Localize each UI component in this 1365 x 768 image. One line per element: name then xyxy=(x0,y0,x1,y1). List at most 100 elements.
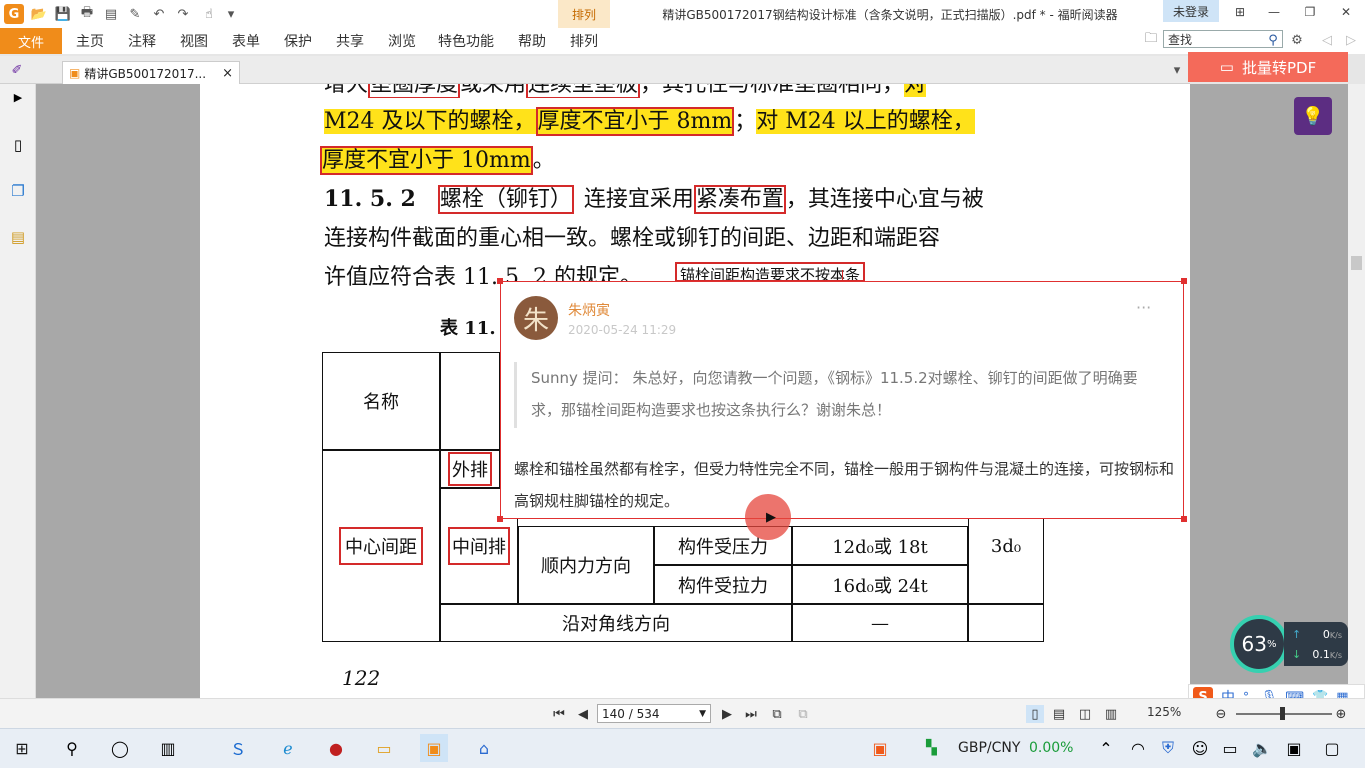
xiuxiu-icon[interactable]: ● xyxy=(322,734,350,762)
menu-home[interactable]: 主页 xyxy=(76,28,104,54)
callout-annotation[interactable]: 锚栓间距构造要求不按本条 xyxy=(675,262,866,282)
annotation-box[interactable]: 紧凑布置 xyxy=(693,185,786,214)
close-button[interactable]: ✕ xyxy=(1328,0,1364,24)
sogou-browser-icon[interactable]: Ｓ xyxy=(224,734,252,762)
display-icon[interactable]: ▣ xyxy=(1280,734,1308,762)
redo-icon[interactable]: ↷ xyxy=(174,5,192,23)
annotation-box[interactable]: 外排 xyxy=(448,452,492,486)
stamp-icon[interactable]: ✎ xyxy=(126,5,144,23)
previous-page-icon[interactable]: ◀ xyxy=(574,705,592,723)
tab-list-dropdown-icon[interactable]: ▾ xyxy=(1168,61,1186,79)
annotation-box[interactable]: 中心间距 xyxy=(339,527,423,565)
pages-icon[interactable]: ▯ xyxy=(7,134,29,156)
internet-explorer-icon[interactable]: ℯ xyxy=(274,734,302,762)
annotation-box[interactable]: 连续型垫板 xyxy=(526,84,641,98)
menu-comment[interactable]: 注释 xyxy=(128,28,156,54)
properties-icon[interactable]: ▤ xyxy=(102,5,120,23)
back-icon[interactable]: ◁ xyxy=(1318,31,1336,49)
zoom-level[interactable]: 125% xyxy=(1147,705,1181,719)
tab-document[interactable]: ▣ 精讲GB500172017... × xyxy=(62,61,240,84)
wifi-icon[interactable]: ◠ xyxy=(1124,734,1152,762)
expand-panel-icon[interactable]: ▶ xyxy=(7,86,29,108)
continuous-facing-view-icon[interactable]: ▥ xyxy=(1102,705,1120,723)
more-options-icon[interactable]: ··· xyxy=(1136,298,1151,317)
hand-tool-icon[interactable]: ☝ xyxy=(200,5,218,23)
file-explorer-icon[interactable]: ▭ xyxy=(370,734,398,762)
open-folder-icon[interactable]: 📂 xyxy=(30,5,48,23)
menu-browse[interactable]: 浏览 xyxy=(388,28,416,54)
continuous-view-icon[interactable]: ▤ xyxy=(1050,705,1068,723)
zoom-out-icon[interactable]: ⊖ xyxy=(1212,705,1230,723)
cortana-icon[interactable]: ◯ xyxy=(106,734,134,762)
find-folder-icon[interactable]: 🗀 xyxy=(1142,31,1160,49)
highlight[interactable]: 对 M24 以上的螺栓， xyxy=(756,109,975,134)
comments-icon[interactable]: ▤ xyxy=(7,226,29,248)
highlight[interactable]: 对 xyxy=(904,84,927,97)
file-menu-button[interactable]: 文件 xyxy=(0,28,62,54)
resize-handle[interactable] xyxy=(1181,516,1187,522)
highlight[interactable]: M24 及以下的螺栓， xyxy=(324,109,536,134)
last-page-icon[interactable]: ⏭ xyxy=(742,705,760,723)
search-icon[interactable]: ⚲ xyxy=(58,734,86,762)
lightbulb-icon[interactable]: 💡 xyxy=(1294,97,1332,135)
sogou-tray-icon[interactable]: ▣ xyxy=(866,734,894,762)
copy-page-icon[interactable]: ⧉ xyxy=(768,705,786,723)
battery-icon[interactable]: ▭ xyxy=(1216,734,1244,762)
home-app-icon[interactable]: ⌂ xyxy=(470,734,498,762)
batch-convert-pdf-button[interactable]: ▭ 批量转PDF xyxy=(1188,52,1348,82)
text-line-3: 厚度不宜小于 10mm。 xyxy=(320,142,555,175)
scroll-thumb[interactable] xyxy=(1351,256,1362,270)
resize-handle[interactable] xyxy=(497,516,503,522)
first-page-icon[interactable]: ⏮ xyxy=(550,705,568,723)
menu-help[interactable]: 帮助 xyxy=(518,28,546,54)
forward-icon[interactable]: ▷ xyxy=(1342,31,1360,49)
facing-view-icon[interactable]: ◫ xyxy=(1076,705,1094,723)
tray-expand-icon[interactable]: ⌃ xyxy=(1092,734,1120,762)
pen-icon[interactable]: ✐ xyxy=(8,61,26,79)
annotation-box[interactable]: 垫圈厚度 xyxy=(368,84,461,98)
menu-form[interactable]: 表单 xyxy=(232,28,260,54)
save-icon[interactable]: 💾 xyxy=(54,5,72,23)
app-logo-icon[interactable]: G xyxy=(4,4,24,24)
layout-icon[interactable]: ⊞ xyxy=(1222,0,1258,24)
menu-protect[interactable]: 保护 xyxy=(284,28,312,54)
resize-handle[interactable] xyxy=(1181,278,1187,284)
annotation-box[interactable]: 厚度不宜小于 10mm xyxy=(320,146,533,175)
menu-features[interactable]: 特色功能 xyxy=(438,28,494,54)
minimize-button[interactable]: — xyxy=(1256,0,1292,24)
security-shield-icon[interactable]: ⛨ xyxy=(1154,734,1182,762)
resize-handle[interactable] xyxy=(497,278,503,284)
undo-icon[interactable]: ↶ xyxy=(150,5,168,23)
page-number-input[interactable]: 140 / 534 ▼ xyxy=(597,704,711,723)
currency-pair[interactable]: GBP/CNY xyxy=(958,740,1020,756)
paste-page-icon[interactable]: ⧉ xyxy=(794,705,812,723)
login-button[interactable]: 未登录 xyxy=(1163,0,1219,22)
annotation-box[interactable]: 厚度不宜小于 8mm xyxy=(535,107,735,136)
volume-icon[interactable]: 🔈 xyxy=(1248,734,1276,762)
menu-share[interactable]: 共享 xyxy=(336,28,364,54)
zoom-slider-thumb[interactable] xyxy=(1280,707,1285,720)
menu-arrange[interactable]: 排列 xyxy=(570,28,598,54)
layers-icon[interactable]: ❐ xyxy=(7,180,29,202)
zoom-in-icon[interactable]: ⊕ xyxy=(1332,705,1350,723)
search-icon[interactable]: ⚲ xyxy=(1264,31,1282,49)
customize-dropdown-icon[interactable]: ▾ xyxy=(222,5,240,23)
next-page-icon[interactable]: ▶ xyxy=(718,705,736,723)
context-tab-arrange[interactable]: 排列 xyxy=(558,0,610,28)
task-view-icon[interactable]: ▥ xyxy=(154,734,182,762)
single-page-view-icon[interactable]: ▯ xyxy=(1026,705,1044,723)
settings-gear-icon[interactable]: ⚙ xyxy=(1288,31,1306,49)
cpu-gauge[interactable]: 63% xyxy=(1230,615,1288,673)
print-icon[interactable]: 🖶 xyxy=(78,5,96,23)
notification-icon[interactable]: ▢ xyxy=(1318,734,1346,762)
foxit-reader-taskbar-icon[interactable]: ▣ xyxy=(420,734,448,762)
tab-close-icon[interactable]: × xyxy=(222,66,233,81)
windows-start-icon[interactable]: ⊞ xyxy=(8,734,36,762)
annotation-box[interactable]: 螺栓（铆钉） xyxy=(437,185,574,214)
annotation-box[interactable]: 中间排 xyxy=(448,527,510,565)
restore-button[interactable]: ❐ xyxy=(1292,0,1328,24)
vertical-scrollbar[interactable] xyxy=(1348,84,1365,698)
qq-icon[interactable]: ☺ xyxy=(1186,734,1214,762)
menu-view[interactable]: 视图 xyxy=(180,28,208,54)
page-dropdown-icon[interactable]: ▼ xyxy=(699,709,706,719)
